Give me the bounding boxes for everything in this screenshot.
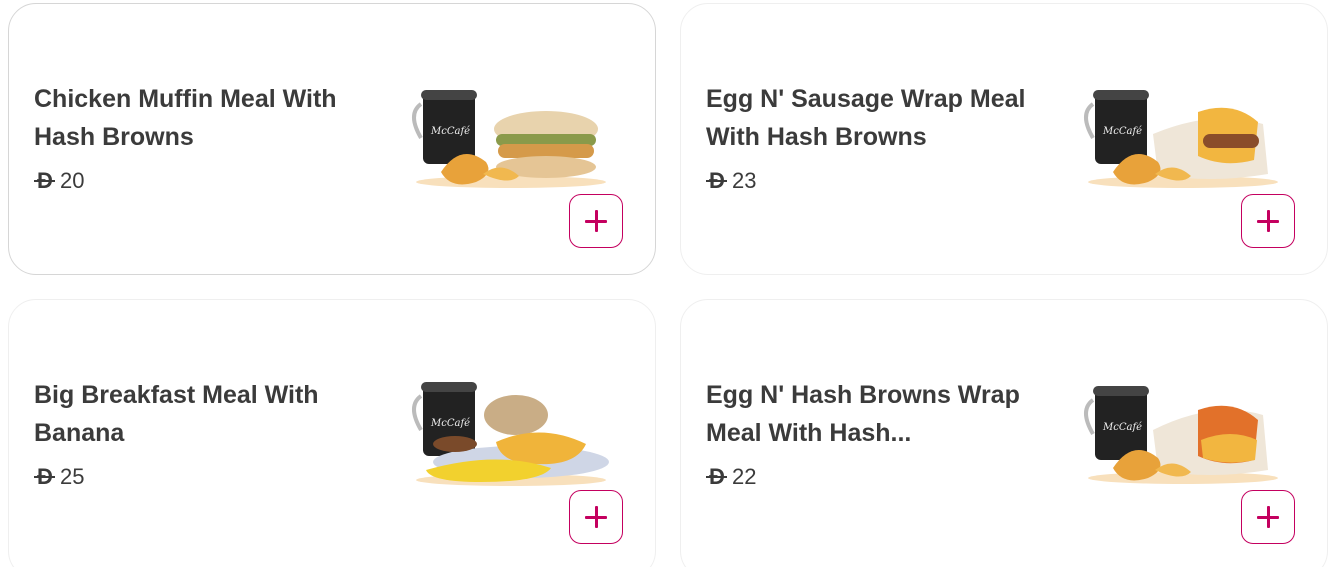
plus-icon — [1256, 505, 1280, 529]
menu-item-price: Đ 22 — [706, 464, 756, 490]
plus-icon — [1256, 209, 1280, 233]
price-value: 22 — [732, 464, 757, 489]
big-breakfast-meal-image: McCafé — [412, 382, 609, 486]
plus-icon — [584, 505, 608, 529]
menu-item-price: Đ 20 — [34, 168, 84, 194]
price-value: 20 — [60, 168, 85, 193]
add-to-cart-button[interactable] — [569, 194, 623, 248]
menu-item-name: Egg N' Hash Browns Wrap Meal With Hash..… — [706, 381, 1020, 447]
currency-symbol: Đ — [34, 168, 56, 194]
menu-item-price: Đ 23 — [706, 168, 756, 194]
menu-item-name: Egg N' Sausage Wrap Meal With Hash Brown… — [706, 85, 1026, 151]
menu-item-price: Đ 25 — [34, 464, 84, 490]
svg-text:McCafé: McCafé — [430, 126, 470, 137]
price-value: 23 — [732, 168, 757, 193]
menu-item-card[interactable]: Big Breakfast Meal With Banana Đ 25 McCa… — [8, 299, 656, 567]
plus-icon — [584, 209, 608, 233]
svg-text:McCafé: McCafé — [1102, 422, 1142, 433]
menu-item-card[interactable]: Egg N' Hash Browns Wrap Meal With Hash..… — [680, 299, 1328, 567]
menu-item-name: Chicken Muffin Meal With Hash Browns — [34, 85, 337, 151]
add-to-cart-button[interactable] — [569, 490, 623, 544]
menu-item-card[interactable]: Egg N' Sausage Wrap Meal With Hash Brown… — [680, 3, 1328, 275]
chicken-muffin-meal-image: McCafé — [412, 90, 606, 188]
currency-symbol: Đ — [706, 464, 728, 490]
currency-symbol: Đ — [706, 168, 728, 194]
add-to-cart-button[interactable] — [1241, 490, 1295, 544]
egg-sausage-wrap-meal-image: McCafé — [1084, 90, 1278, 188]
menu-item-card[interactable]: Chicken Muffin Meal With Hash Browns Đ 2… — [8, 3, 656, 275]
currency-symbol: Đ — [34, 464, 56, 490]
svg-text:McCafé: McCafé — [430, 418, 470, 429]
egg-hash-browns-wrap-meal-image: McCafé — [1084, 386, 1278, 484]
menu-grid: Chicken Muffin Meal With Hash Browns Đ 2… — [0, 0, 1344, 567]
add-to-cart-button[interactable] — [1241, 194, 1295, 248]
svg-text:McCafé: McCafé — [1102, 126, 1142, 137]
menu-item-name: Big Breakfast Meal With Banana — [34, 381, 319, 447]
price-value: 25 — [60, 464, 85, 489]
